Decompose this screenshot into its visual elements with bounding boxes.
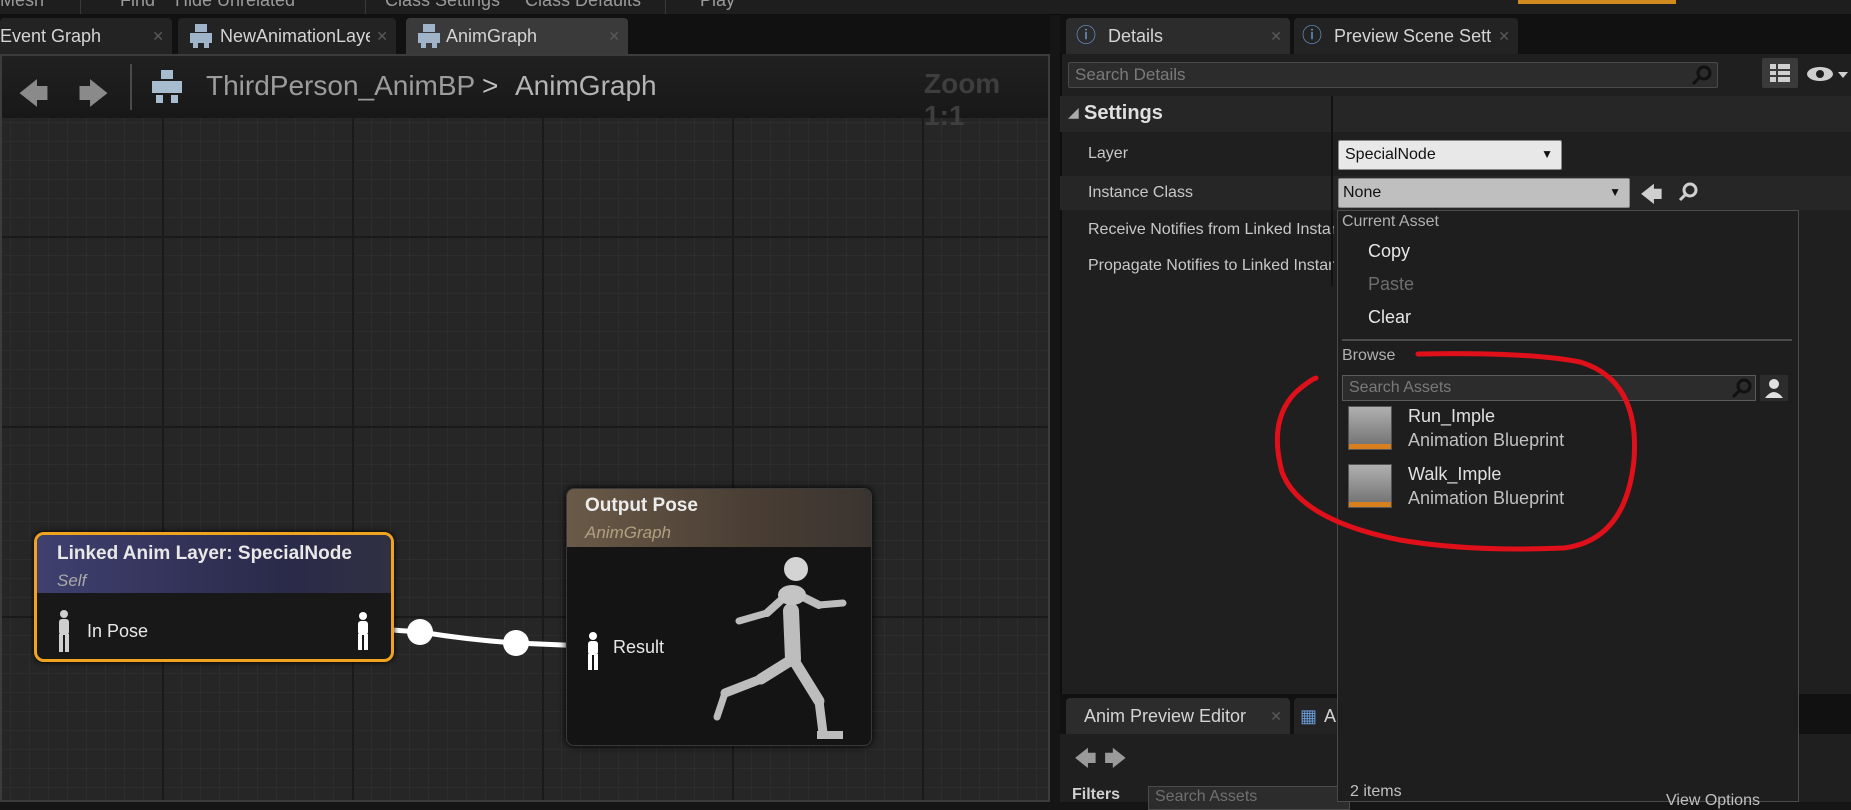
user-icon (1765, 379, 1783, 398)
wire-knot[interactable] (503, 630, 529, 656)
copy-menu-item[interactable]: Copy (1368, 241, 1410, 262)
asset-name: Run_Imple (1408, 406, 1496, 426)
dropdown-value: SpecialNode (1345, 146, 1436, 163)
grid-icon (1770, 64, 1790, 82)
node-title: Linked Anim Layer: SpecialNode (57, 543, 352, 564)
browse-heading: Browse (1342, 347, 1396, 364)
instance-class-dropdown[interactable]: None ▼ (1338, 178, 1630, 208)
tab-anim-preview-editor[interactable]: Anim Preview Editor ✕ (1066, 698, 1290, 734)
property-label: Instance Class (1088, 184, 1193, 201)
asset-browser-icon: ▦ (1300, 706, 1318, 726)
clear-menu-item[interactable]: Clear (1368, 307, 1411, 328)
details-info-icon: ⓘ (1302, 25, 1322, 47)
settings-category-header[interactable]: ◢ Settings (1060, 96, 1851, 132)
search-placeholder: Search Details (1075, 65, 1186, 84)
asset-name: Walk_Imple (1408, 464, 1502, 484)
property-label: Propagate Notifies to Linked Instances (1088, 257, 1334, 274)
search-icon (1731, 378, 1752, 398)
animation-blueprint-thumbnail (1348, 464, 1392, 508)
pose-pin-icon[interactable] (55, 609, 73, 653)
close-icon[interactable]: ✕ (1270, 698, 1282, 734)
search-placeholder: Search Assets (1349, 379, 1452, 396)
pin-label-result: Result (613, 637, 665, 657)
asset-search-input[interactable]: Search Assets (1342, 375, 1756, 401)
node-title: Output Pose (585, 495, 698, 516)
eye-icon (1807, 67, 1848, 81)
close-icon[interactable]: ✕ (1270, 18, 1282, 54)
asset-item-run-imple[interactable]: Run_Imple Animation Blueprint (1348, 404, 1778, 452)
pose-wire (391, 619, 587, 656)
toolbar-highlight (1518, 0, 1676, 4)
animation-blueprint-thumbnail (1348, 406, 1392, 450)
view-options-button[interactable]: View Options (1666, 792, 1760, 810)
pin-label-in-pose: In Pose (87, 621, 149, 641)
node-subtitle: Self (57, 571, 87, 590)
tab-details[interactable]: ⓘ Details ✕ (1066, 18, 1290, 54)
paste-menu-item[interactable]: Paste (1368, 274, 1414, 295)
tab-asset-browser[interactable]: ▦ A (1294, 698, 1340, 734)
dropdown-value: None (1343, 184, 1382, 201)
filters-button[interactable]: Filters (1072, 786, 1120, 804)
wire-knot[interactable] (407, 619, 433, 645)
item-count: 2 items (1350, 783, 1402, 800)
column-divider[interactable] (1331, 96, 1333, 286)
chevron-down-icon: ▼ (1609, 185, 1621, 199)
asset-item-walk-imple[interactable]: Walk_Imple Animation Blueprint (1348, 462, 1778, 510)
property-label: Layer (1088, 145, 1129, 162)
asset-type: Animation Blueprint (1408, 430, 1565, 450)
tab-label: Anim Preview Editor (1084, 706, 1247, 726)
pose-pin-icon[interactable] (355, 611, 371, 651)
tab-label: Preview Scene Sett (1334, 26, 1492, 46)
close-icon[interactable]: ✕ (1498, 18, 1510, 54)
forward-arrow-icon[interactable]: 🡆 (1104, 742, 1127, 780)
tab-label: A (1324, 706, 1337, 726)
search-icon (1691, 65, 1712, 85)
node-subtitle: AnimGraph (585, 523, 671, 542)
back-arrow-icon[interactable]: 🡄 (1074, 742, 1097, 780)
details-search-input[interactable]: Search Details (1068, 62, 1718, 88)
current-asset-heading: Current Asset (1342, 213, 1439, 230)
filter-by-user-button[interactable] (1760, 375, 1788, 401)
linked-anim-layer-node[interactable]: Linked Anim Layer: SpecialNode Self In P… (34, 532, 394, 662)
layer-dropdown[interactable]: SpecialNode ▼ (1338, 140, 1562, 170)
popup-divider (1342, 339, 1792, 341)
asset-type: Animation Blueprint (1408, 488, 1565, 508)
section-title: Settings (1084, 102, 1163, 124)
chevron-down-icon: ▼ (1541, 147, 1553, 161)
pose-pin-icon[interactable] (585, 631, 601, 671)
bottom-search-input[interactable]: Search Assets (1148, 786, 1350, 810)
output-pose-node[interactable]: Output Pose AnimGraph Result (566, 488, 872, 746)
running-mannequin-icon (713, 557, 847, 739)
tab-preview-scene-settings[interactable]: ⓘ Preview Scene Sett ✕ (1294, 18, 1518, 54)
visibility-options-button[interactable] (1806, 62, 1850, 86)
property-label: Receive Notifies from Linked Instances (1088, 221, 1334, 238)
search-placeholder: Search Assets (1155, 788, 1258, 805)
details-info-icon: ⓘ (1076, 25, 1096, 47)
browse-search-icon[interactable] (1678, 182, 1698, 202)
collapse-triangle-icon: ◢ (1068, 104, 1079, 120)
tab-label: Details (1108, 26, 1164, 46)
property-matrix-button[interactable] (1762, 58, 1798, 88)
